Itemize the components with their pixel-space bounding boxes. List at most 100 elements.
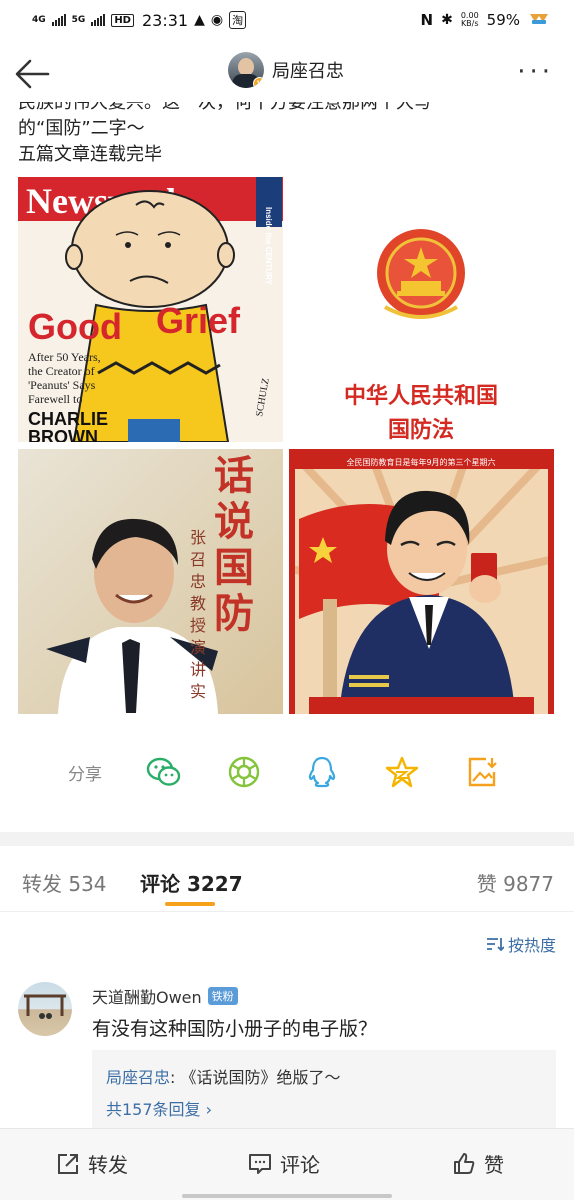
status-time: 23:31 — [141, 10, 189, 30]
svg-text:授: 授 — [190, 616, 206, 635]
tab-likes[interactable]: 赞 9877 — [477, 868, 554, 897]
network-speed: 0.00 KB/s — [460, 11, 479, 28]
repost-icon — [58, 1153, 78, 1174]
cover-charlie: CHARLIE — [28, 409, 108, 429]
cover-brown: BROWN — [28, 427, 98, 442]
interaction-tabs: 转发 534 评论 3227 赞 9877 — [0, 858, 574, 912]
svg-text:教: 教 — [190, 594, 206, 613]
nfc-icon: N — [420, 11, 434, 29]
law-title-line1: 中华人民共和国 — [344, 383, 498, 409]
save-image-button[interactable] — [464, 754, 500, 790]
comment-text: 有没有这种国防小册子的电子版？ — [92, 1018, 378, 1040]
more-options-button[interactable]: ··· — [517, 59, 554, 85]
qzone-star-icon — [385, 756, 419, 788]
network-4g-label: 4G — [32, 14, 46, 25]
bottom-action-bar: 转发 评论 赞 — [0, 1128, 574, 1200]
post-image-3[interactable]: 话 说 国 防 张 召 忠 教 授 演 讲 实 — [18, 449, 283, 714]
book-title-char: 话 — [214, 452, 254, 499]
post-line: 五篇文章连载完毕 — [18, 144, 162, 165]
post-line: 的“国防”二字～ — [18, 118, 145, 139]
taobao-notify-icon: 淘 — [229, 11, 247, 29]
commenter-name[interactable]: 天道酬勤Owen — [92, 984, 202, 1008]
cover-subtext: After 50 Years, — [28, 350, 101, 364]
poster-banner: 全民国防教育日是每年9月的第三个星期六 — [346, 457, 495, 467]
share-moments-button[interactable] — [226, 754, 262, 790]
reply-text: 《话说国防》绝版了～ — [180, 1068, 341, 1087]
share-wechat-button[interactable] — [146, 754, 182, 790]
sort-icon — [486, 938, 504, 952]
status-left: 4G 5G HD 23:31 ▲ ◉ 淘 — [32, 10, 247, 30]
national-emblem-icon — [377, 229, 465, 319]
headline-good: Good — [28, 306, 122, 347]
reply-author[interactable]: 局座召忠 — [106, 1068, 170, 1087]
reply-line: 局座召忠: 《话说国防》绝版了～ — [106, 1068, 341, 1087]
chevron-right-icon: › — [205, 1100, 213, 1119]
fan-badge: 铁粉 — [207, 987, 238, 1005]
share-row: 分享 — [0, 748, 574, 796]
sort-label: 按热度 — [507, 936, 556, 955]
signal-icon-2 — [91, 14, 106, 26]
headline-grief: Grief — [156, 300, 241, 341]
tab-comments[interactable]: 评论 3227 — [140, 868, 243, 897]
post-image-2[interactable]: 中华人民共和国 国防法 — [289, 177, 554, 442]
back-button[interactable] — [12, 56, 52, 92]
wechat-icon — [146, 757, 181, 786]
book-title-char: 防 — [214, 590, 254, 637]
title-bar: v 局座召忠 ··· — [0, 44, 574, 104]
like-button[interactable]: 赞 — [452, 1149, 504, 1178]
save-image-icon — [468, 757, 497, 787]
network-5g-label: 5G — [71, 14, 86, 25]
status-right: N ✱ 0.00 KB/s 59% — [421, 10, 550, 30]
book-cover-illustration: 话 说 国 防 张 召 忠 教 授 演 讲 实 — [18, 449, 283, 714]
qq-icon — [308, 756, 336, 788]
cover-subtext: Farewell to — [28, 392, 82, 406]
comment-button[interactable]: 评论 — [248, 1149, 320, 1178]
svg-text:召: 召 — [190, 550, 206, 569]
defense-law-cover: 中华人民共和国 国防法 — [289, 177, 554, 442]
post-image-1[interactable]: Newsweek Inside the CENTURY Good Grief A… — [18, 177, 283, 442]
home-indicator[interactable] — [182, 1194, 392, 1198]
commenter-info[interactable]: 天道酬勤Owen 铁粉 — [92, 984, 238, 1008]
verified-badge: v — [253, 77, 264, 88]
section-divider — [0, 832, 574, 846]
bluetooth-icon: ✱ — [441, 12, 453, 28]
author-name[interactable]: 局座召忠 — [272, 57, 344, 83]
battery-percent: 59% — [486, 11, 520, 29]
sort-by-hot-button[interactable]: 按热度 — [486, 932, 556, 956]
share-qq-button[interactable] — [304, 754, 340, 790]
svg-text:忠: 忠 — [190, 572, 206, 591]
post-image-4[interactable]: 全民国防教育日是每年9月的第三个星期六 — [289, 449, 554, 714]
status-bar: 4G 5G HD 23:31 ▲ ◉ 淘 N ✱ 0.00 KB/s 59% — [0, 0, 574, 40]
reply-preview[interactable]: 局座召忠: 《话说国防》绝版了～ 共157条回复 › — [92, 1050, 556, 1130]
corner-text: Inside the CENTURY — [264, 207, 273, 286]
warning-icon: ▲ — [194, 12, 205, 28]
hd-badge: HD — [111, 13, 134, 27]
arrow-left-icon — [15, 59, 50, 89]
author-header[interactable]: v 局座召忠 — [228, 52, 344, 88]
comment-icon — [249, 1153, 271, 1174]
book-title-char: 国 — [214, 544, 254, 591]
commenter-avatar[interactable] — [18, 982, 72, 1036]
post-line-clipped: 民族的伟大复兴。这一次，何干方要注意那两个大写 — [18, 102, 432, 113]
signal-icon — [51, 14, 66, 26]
book-title-char: 说 — [214, 498, 254, 545]
more-dots-icon: ··· — [517, 57, 554, 87]
post-body: 民族的伟大复兴。这一次，何干方要注意那两个大写 的“国防”二字～ 五篇文章连载完… — [18, 102, 558, 168]
thumbs-up-icon — [454, 1152, 475, 1174]
repost-button[interactable]: 转发 — [56, 1149, 128, 1178]
share-qzone-button[interactable] — [384, 754, 420, 790]
tab-reposts[interactable]: 转发 534 — [22, 868, 107, 897]
cover-subtext: 'Peanuts' Says — [28, 378, 96, 392]
svg-text:演: 演 — [190, 638, 206, 657]
moments-icon — [228, 756, 260, 788]
weibo-notify-icon: ◉ — [210, 12, 224, 28]
defense-day-poster: 全民国防教育日是每年9月的第三个星期六 — [289, 449, 554, 714]
battery-icon — [528, 10, 550, 30]
law-title-line2: 国防法 — [388, 417, 454, 442]
view-replies-link[interactable]: 共157条回复 › — [106, 1096, 212, 1120]
cover-subtext: the Creator of — [28, 364, 95, 378]
svg-text:实: 实 — [190, 682, 206, 701]
share-label: 分享 — [68, 765, 102, 785]
newsweek-cover-illustration: Newsweek Inside the CENTURY Good Grief A… — [18, 177, 283, 442]
author-avatar[interactable]: v — [228, 52, 264, 88]
